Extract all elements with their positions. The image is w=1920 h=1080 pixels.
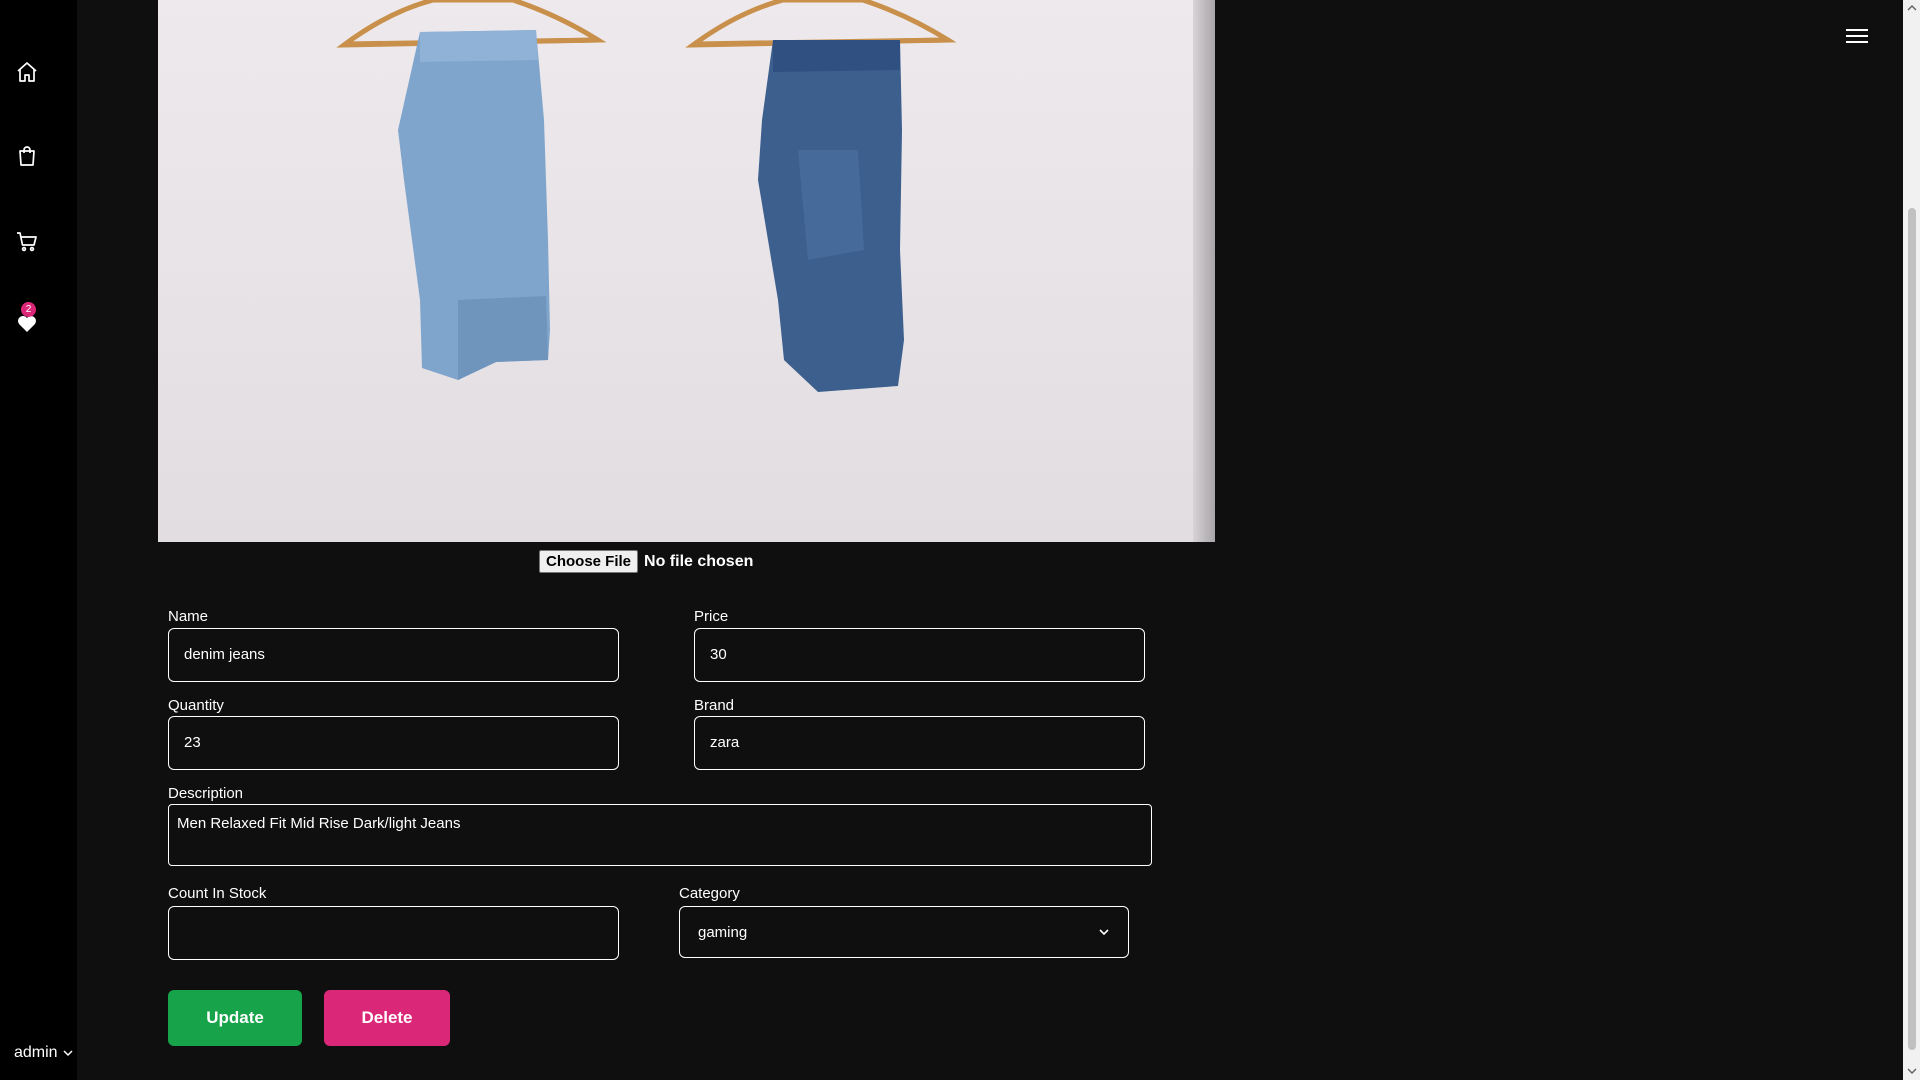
scrollbar-thumb[interactable]: [1908, 208, 1916, 1050]
user-name: admin: [14, 1044, 58, 1061]
update-button[interactable]: Update: [168, 990, 302, 1046]
choose-file-button[interactable]: Choose File: [539, 550, 639, 573]
product-image: [158, 0, 1215, 542]
home-icon: [17, 62, 37, 82]
count-in-stock-label: Count In Stock: [168, 885, 267, 902]
brand-input[interactable]: zara: [694, 716, 1145, 770]
file-status: No file chosen: [644, 552, 754, 570]
page-scrollbar[interactable]: [1903, 0, 1920, 1080]
hamburger-line: [1846, 35, 1868, 37]
scroll-down-icon[interactable]: [1907, 1066, 1917, 1076]
name-input[interactable]: denim jeans: [168, 628, 619, 682]
chevron-down-icon: [1099, 929, 1109, 936]
brand-label: Brand: [694, 697, 735, 714]
description-label: Description: [168, 785, 244, 802]
count-in-stock-input[interactable]: [168, 906, 619, 960]
category-selected-value: gaming: [698, 923, 748, 941]
hamburger-line: [1846, 41, 1868, 43]
hamburger-line: [1846, 29, 1868, 31]
name-label: Name: [168, 608, 209, 625]
cart-icon: [17, 232, 37, 252]
nav-home[interactable]: [14, 59, 40, 85]
price-label: Price: [694, 608, 729, 625]
category-label: Category: [679, 885, 740, 902]
nav-cart[interactable]: [14, 228, 40, 254]
user-menu[interactable]: admin: [14, 1044, 74, 1062]
favorites-count-badge: 2: [21, 302, 36, 317]
description-textarea[interactable]: Men Relaxed Fit Mid Rise Dark/light Jean…: [168, 804, 1152, 866]
sidebar: 2 admin: [0, 0, 77, 1080]
nav-shop[interactable]: [14, 143, 40, 169]
quantity-input[interactable]: 23: [168, 716, 619, 770]
quantity-label: Quantity: [168, 697, 224, 714]
shopping-bag-icon: [19, 146, 35, 166]
jeans-photo: [336, 0, 957, 392]
scroll-up-icon[interactable]: [1907, 3, 1917, 13]
price-input[interactable]: 30: [694, 628, 1145, 682]
delete-button[interactable]: Delete: [324, 990, 450, 1046]
menu-toggle-button[interactable]: [1843, 24, 1871, 48]
file-chooser: Choose File No file chosen: [539, 550, 753, 573]
category-select[interactable]: gaming: [679, 906, 1129, 958]
chevron-down-icon: [63, 1050, 73, 1057]
